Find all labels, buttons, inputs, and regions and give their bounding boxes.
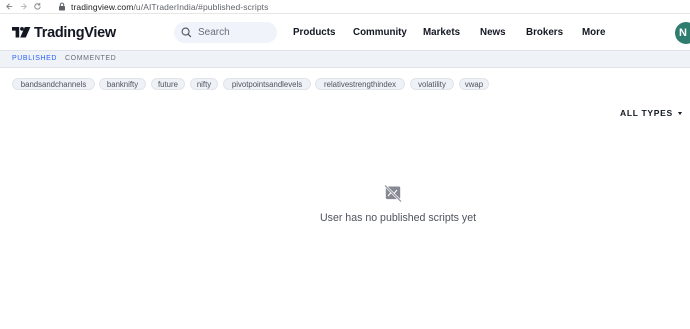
lock-icon[interactable] (56, 1, 68, 13)
type-filter-label: ALL TYPES (620, 108, 673, 118)
reload-icon[interactable] (30, 0, 44, 14)
search-input[interactable] (198, 27, 268, 38)
type-filter-dropdown[interactable]: ALL TYPES (620, 108, 682, 118)
tab-commented[interactable]: COMMENTED (65, 55, 116, 62)
tab-published[interactable]: PUBLISHED (12, 55, 57, 62)
browser-address-bar: tradingview.com/u/AITraderIndia/#publish… (0, 0, 690, 14)
nav-news[interactable]: News (480, 27, 506, 38)
tradingview-logo[interactable]: TradingView (12, 24, 116, 41)
url-host: tradingview.com (71, 1, 134, 12)
tag-chip[interactable]: relativestrengthindex (315, 78, 405, 90)
search-box[interactable] (174, 22, 277, 43)
tag-chip[interactable]: nifty (190, 78, 218, 90)
tradingview-logo-icon (12, 27, 31, 38)
logo-text: TradingView (34, 24, 116, 41)
back-arrow-icon[interactable] (2, 0, 16, 14)
address-url[interactable]: tradingview.com/u/AITraderIndia/#publish… (71, 2, 268, 12)
nav-brokers[interactable]: Brokers (526, 27, 563, 38)
nav-more[interactable]: More (582, 27, 605, 38)
tag-chip[interactable]: future (151, 78, 185, 90)
nav-markets[interactable]: Markets (423, 27, 460, 38)
avatar[interactable]: N (675, 22, 690, 44)
nav-products[interactable]: Products (293, 27, 335, 38)
profile-tabs: PUBLISHED COMMENTED (0, 50, 690, 68)
empty-state-message: User has no published scripts yet (320, 212, 477, 224)
chevron-down-icon (677, 111, 682, 115)
tag-chip[interactable]: volatility (410, 78, 454, 90)
forward-arrow-icon[interactable] (16, 0, 30, 14)
tag-chip[interactable]: vwap (459, 78, 489, 90)
nav-community[interactable]: Community (353, 27, 407, 38)
no-scripts-icon (384, 185, 402, 202)
tag-chip[interactable]: bandsandchannels (12, 78, 95, 90)
search-icon (181, 27, 192, 38)
tag-chip[interactable]: pivotpointsandlevels (223, 78, 311, 90)
site-header: TradingView Products Community Markets N… (0, 14, 690, 50)
tag-chip[interactable]: banknifty (99, 78, 146, 90)
url-path: /u/AITraderIndia/#published-scripts (133, 1, 269, 12)
